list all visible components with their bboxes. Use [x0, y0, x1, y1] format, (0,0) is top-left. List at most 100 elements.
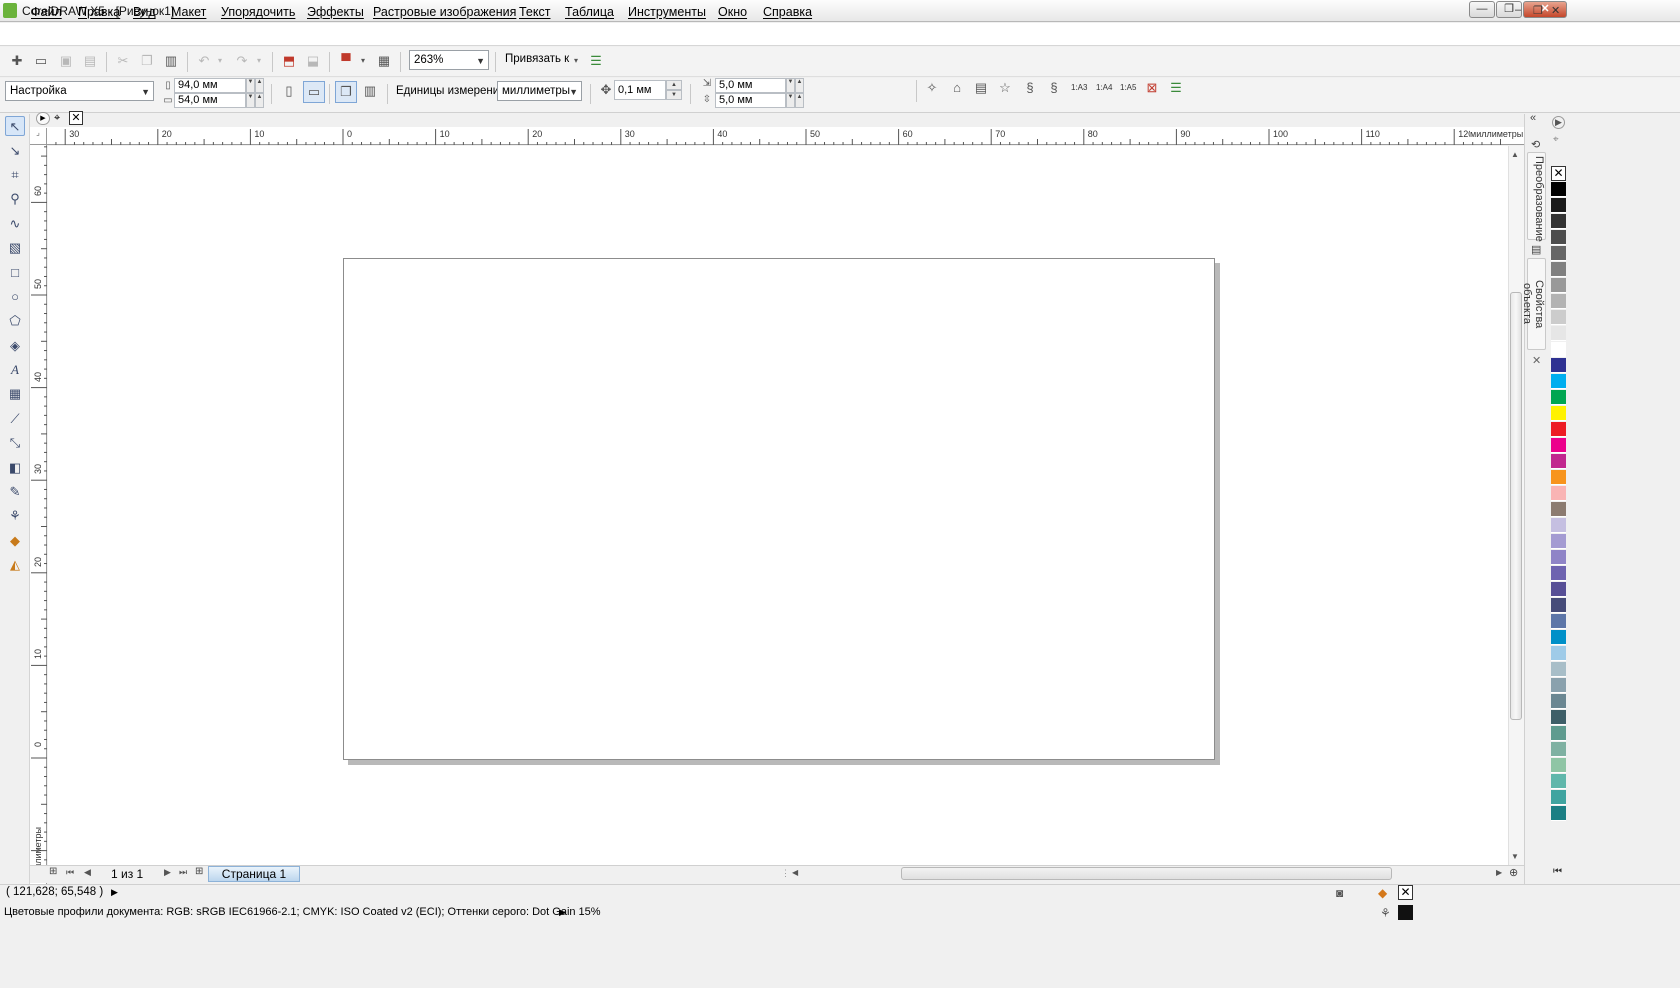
ellipse-tool-icon[interactable]: ○ [5, 287, 25, 307]
palette-swatch[interactable] [1551, 246, 1566, 261]
delete-icon[interactable]: ⊠ [1144, 80, 1160, 96]
menu-arrange[interactable]: Упорядочить [221, 5, 295, 19]
scale-a3-button[interactable]: 1:A3 [1071, 83, 1087, 92]
menu-edit[interactable]: Правка [78, 5, 120, 19]
palette-swatch[interactable] [1551, 454, 1566, 469]
fill-indicator-icon[interactable]: ◆ [1378, 886, 1387, 900]
collapse-docker-icon[interactable]: « [1530, 112, 1536, 124]
palette-swatch[interactable] [1551, 726, 1566, 741]
duplicate-x-field[interactable]: 5,0 мм [715, 78, 786, 93]
page-height-field[interactable]: 54,0 мм [174, 93, 246, 108]
dup-x-spin-down-button[interactable]: ▼ [786, 78, 795, 93]
palette-swatch[interactable] [1551, 406, 1566, 421]
fill-color-swatch[interactable]: ✕ [1398, 885, 1413, 900]
camera-icon[interactable]: ◙ [1336, 886, 1343, 900]
no-fill-icon[interactable]: ✕ [69, 111, 83, 125]
envelope-icon[interactable]: ⌂ [949, 80, 965, 96]
document-menu-icon[interactable] [4, 4, 16, 18]
palette-swatch[interactable] [1551, 710, 1566, 725]
palette-swatch[interactable] [1551, 582, 1566, 597]
pin-icon[interactable]: ⌖ [54, 112, 60, 125]
palette-swatch[interactable] [1551, 662, 1566, 677]
ruler-origin-icon[interactable]: ⌟ [30, 128, 47, 145]
landscape-icon[interactable]: ▭ [303, 81, 325, 103]
basic-shapes-tool-icon[interactable]: ◈ [5, 336, 25, 356]
freehand-tool-icon[interactable]: ∿ [5, 214, 25, 234]
menu-layout[interactable]: Макет [171, 5, 206, 19]
scale-a5-button[interactable]: 1:A5 [1120, 83, 1136, 92]
page-width-field[interactable]: 94,0 мм [174, 78, 246, 93]
palette-pin-icon[interactable]: ⌖ [1553, 134, 1559, 145]
page-tab[interactable]: Страница 1 [208, 866, 300, 882]
dimension-tool-icon[interactable]: ⟋ [5, 409, 25, 429]
dup-y-spin-up-button[interactable]: ▲ [795, 93, 804, 108]
open-folder-icon[interactable]: ▭ [33, 53, 49, 69]
shape-tool-icon[interactable]: ↘ [5, 141, 25, 161]
options-icon[interactable]: ☰ [588, 53, 604, 69]
menu-window[interactable]: Окно [718, 5, 747, 19]
nudge-field[interactable]: 0,1 мм [614, 80, 666, 100]
palette-swatch[interactable] [1551, 390, 1566, 405]
polygon-tool-icon[interactable]: ⬠ [5, 311, 25, 331]
palette-swatch[interactable] [1551, 214, 1566, 229]
palette-swatch[interactable] [1551, 182, 1566, 197]
palette-swatch[interactable] [1551, 486, 1566, 501]
zoom-tool-icon[interactable]: ⚲ [5, 189, 25, 209]
next-page-icon[interactable]: ▶ [164, 867, 171, 878]
menu-file[interactable]: Файл [31, 5, 62, 19]
scroll-up-icon[interactable]: ▲ [1511, 150, 1519, 159]
palette-swatch[interactable] [1551, 646, 1566, 661]
color-profiles-info[interactable]: Цветовые профили документа: RGB: sRGB IE… [4, 906, 601, 918]
docker-tab-object-properties[interactable]: Свойства объекта [1521, 258, 1546, 350]
nudge-spin-up-button[interactable]: ▲ [666, 80, 682, 90]
table-tool-icon[interactable]: ▦ [5, 384, 25, 404]
close-docker-icon[interactable]: ✕ [1532, 354, 1541, 367]
add-page-icon[interactable]: ⊞ [49, 866, 57, 877]
palette-swatch[interactable] [1551, 422, 1566, 437]
palette-swatch[interactable] [1551, 342, 1566, 357]
portrait-icon[interactable]: ▯ [281, 83, 297, 99]
palette-swatch[interactable] [1551, 326, 1566, 341]
minimize-button[interactable]: — [1469, 1, 1495, 18]
all-pages-icon[interactable]: ❐ [335, 81, 357, 103]
palette-swatch[interactable] [1551, 630, 1566, 645]
menu-tools[interactable]: Инструменты [628, 5, 706, 19]
connector-tool-icon[interactable]: ⤡ [5, 433, 25, 453]
cut-icon[interactable]: ✂ [115, 53, 131, 69]
menu-view[interactable]: Вид [133, 5, 156, 19]
first-page-icon[interactable]: ⏮ [66, 867, 74, 878]
scroll-down-icon[interactable]: ▼ [1511, 852, 1519, 861]
palette-swatch[interactable] [1551, 758, 1566, 773]
palette-swatch[interactable] [1551, 534, 1566, 549]
previous-page-icon[interactable]: ◀ [84, 867, 91, 878]
current-page-icon[interactable]: ▥ [362, 83, 378, 99]
text-tool-icon[interactable]: A [5, 360, 25, 380]
outline-tool-icon[interactable]: ⚘ [5, 506, 25, 526]
doc-close-button[interactable]: ✕ [1551, 4, 1560, 17]
page-preset-combo[interactable]: Настройка ▼ [5, 81, 154, 101]
palette-swatch[interactable] [1551, 262, 1566, 277]
width-spin-up-button[interactable]: ▲ [255, 78, 264, 93]
palette-swatch[interactable] [1551, 230, 1566, 245]
palette-swatch[interactable] [1551, 806, 1566, 821]
menu-effects[interactable]: Эффекты [307, 5, 364, 19]
palette-scroll-up-icon[interactable]: ▶ [1552, 116, 1565, 129]
shape-icon[interactable]: ✧ [924, 80, 940, 96]
palette-no-color-icon[interactable]: ✕ [1551, 166, 1566, 181]
add-page-after-icon[interactable]: ⊞ [195, 866, 203, 877]
height-spin-down-button[interactable]: ▼ [246, 93, 255, 108]
menu-help[interactable]: Справка [763, 5, 812, 19]
save-icon[interactable]: ▣ [58, 53, 74, 69]
publish-pdf-icon[interactable]: ▀ [338, 53, 354, 69]
paste-icon[interactable]: ▥ [163, 53, 179, 69]
palette-swatch[interactable] [1551, 438, 1566, 453]
eyedropper-tool-icon[interactable]: ✎ [5, 482, 25, 502]
palette-swatch[interactable] [1551, 694, 1566, 709]
publish-dropdown-icon[interactable]: ▾ [358, 53, 368, 69]
full-screen-preview-icon[interactable]: ▦ [376, 53, 392, 69]
blend-tool-icon[interactable]: ◧ [5, 458, 25, 478]
pick-tool-icon[interactable]: ↖ [5, 116, 25, 136]
palette-swatch[interactable] [1551, 294, 1566, 309]
new-document-icon[interactable]: ✚ [9, 53, 25, 69]
menu-table[interactable]: Таблица [565, 5, 614, 19]
